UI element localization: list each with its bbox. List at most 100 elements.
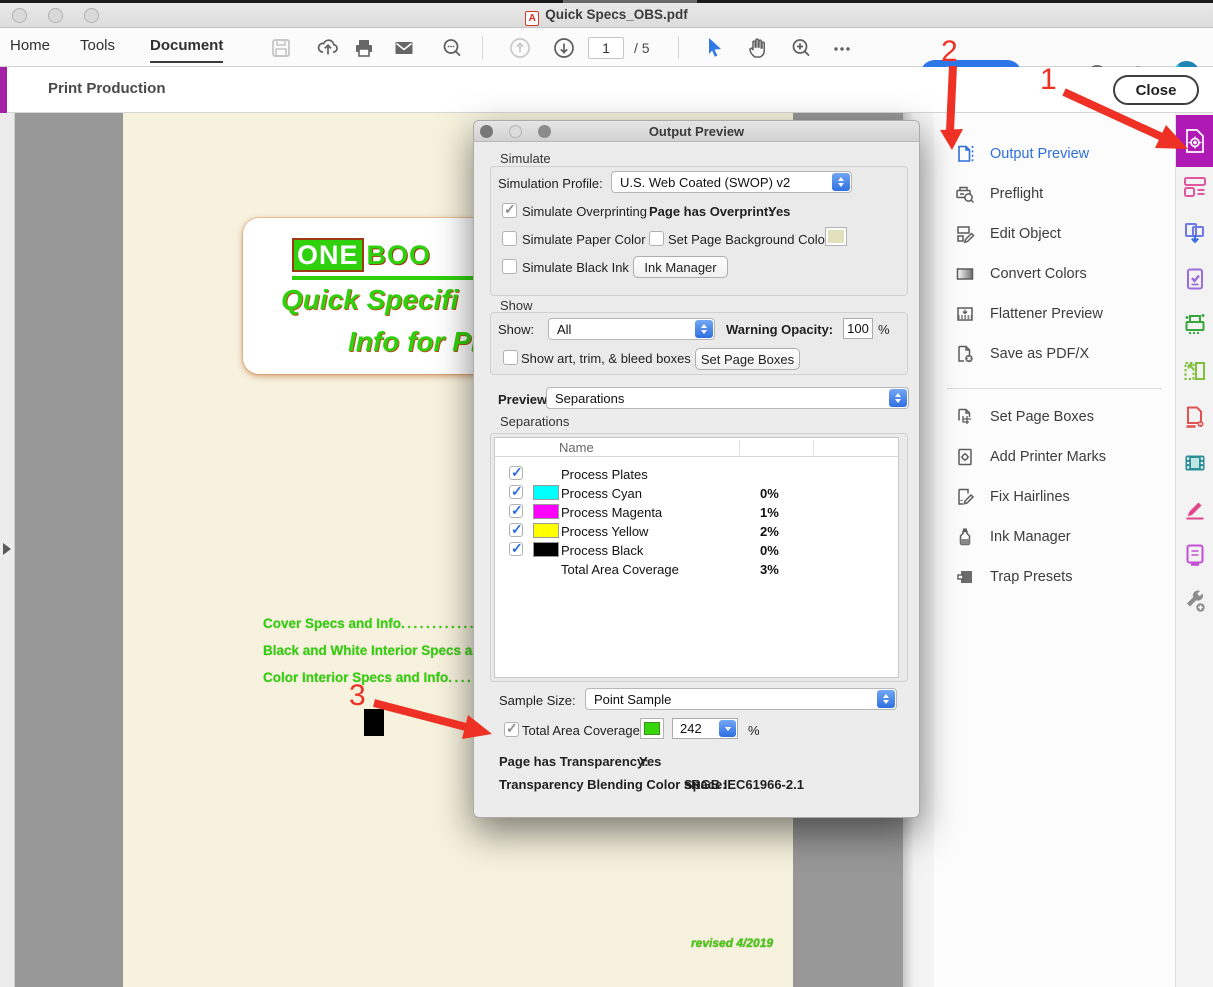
separation-row-process-black[interactable]: Process Black 0% bbox=[495, 540, 898, 559]
close-toolset-button[interactable]: Close bbox=[1113, 75, 1199, 105]
zoom-in-icon[interactable] bbox=[789, 36, 813, 60]
set-page-boxes-icon bbox=[955, 407, 975, 427]
simulate-paper-color-checkbox[interactable] bbox=[502, 231, 517, 246]
blending-color-space-value: sRGB IEC61966-2.1 bbox=[684, 777, 804, 792]
pdf-spec-line3: Color Interior Specs and Info........ bbox=[263, 670, 498, 685]
search-icon[interactable] bbox=[440, 36, 464, 60]
simulate-black-ink-checkbox[interactable] bbox=[502, 259, 517, 274]
plate-checkbox[interactable] bbox=[509, 523, 523, 537]
black-swatch bbox=[533, 542, 559, 557]
next-page-icon[interactable] bbox=[552, 36, 576, 60]
optimize-pdf-tool-icon[interactable] bbox=[1183, 359, 1207, 383]
panel-item-set-page-boxes[interactable]: Set Page Boxes bbox=[934, 397, 1175, 437]
window-title: AQuick Specs_OBS.pdf bbox=[0, 7, 1213, 26]
send-and-track-tool-icon[interactable] bbox=[1183, 221, 1207, 245]
preview-select[interactable]: Separations bbox=[546, 387, 909, 409]
separation-row-process-plates[interactable]: Process Plates bbox=[495, 464, 898, 483]
save-icon[interactable] bbox=[269, 36, 293, 60]
comment-tool-icon[interactable] bbox=[1183, 543, 1207, 567]
panel-item-ink-manager[interactable]: Ink Manager bbox=[934, 517, 1175, 557]
page-has-overprint-label: Page has Overprint: bbox=[649, 204, 773, 219]
simulate-overprinting-label: Simulate Overprinting bbox=[522, 204, 647, 219]
hand-tool-icon[interactable] bbox=[746, 36, 770, 60]
fix-hairlines-icon bbox=[955, 487, 975, 507]
name-column-header: Name bbox=[559, 440, 594, 455]
pdf-title-line2: Info for Pr bbox=[348, 326, 482, 358]
protect-tool-icon[interactable] bbox=[1183, 405, 1207, 429]
separation-row-process-magenta[interactable]: Process Magenta 1% bbox=[495, 502, 898, 521]
total-area-coverage-label: Total Area Coverage bbox=[522, 723, 640, 738]
trap-presets-icon bbox=[955, 567, 975, 587]
panel-item-save-as-pdfx[interactable]: Save as PDF/X bbox=[934, 334, 1175, 374]
print-icon[interactable] bbox=[352, 36, 376, 60]
edit-object-icon bbox=[955, 224, 975, 244]
select-tool-icon[interactable] bbox=[702, 36, 726, 60]
logo-one-block: ONE bbox=[292, 238, 364, 272]
page-background-color-swatch[interactable] bbox=[825, 227, 847, 246]
pdf-spec-line1: Cover Specs and Info................. bbox=[263, 616, 507, 631]
tac-value-combo[interactable]: 242 bbox=[672, 718, 738, 739]
expand-left-panel-icon[interactable] bbox=[3, 543, 11, 555]
dialog-titlebar[interactable]: Output Preview bbox=[474, 121, 919, 142]
select-stepper-icon bbox=[877, 690, 895, 708]
separation-row-process-yellow[interactable]: Process Yellow 2% bbox=[495, 521, 898, 540]
sample-size-select[interactable]: Point Sample bbox=[585, 688, 897, 710]
plate-checkbox[interactable] bbox=[509, 504, 523, 518]
warning-opacity-label: Warning Opacity: bbox=[726, 322, 833, 337]
onebook-logo: ONE BOO bbox=[292, 238, 431, 272]
ink-manager-icon bbox=[955, 527, 975, 547]
separation-row-process-cyan[interactable]: Process Cyan 0% bbox=[495, 483, 898, 502]
page-has-transparency-label: Page has Transparency: bbox=[499, 754, 649, 769]
separations-header: Name bbox=[495, 438, 898, 457]
panel-item-preflight[interactable]: Preflight bbox=[934, 174, 1175, 214]
yellow-swatch bbox=[533, 523, 559, 538]
panel-item-edit-object[interactable]: Edit Object bbox=[934, 214, 1175, 254]
simulation-profile-select[interactable]: U.S. Web Coated (SWOP) v2 bbox=[611, 171, 852, 193]
left-panel-rail[interactable] bbox=[0, 113, 15, 987]
page-number-input[interactable]: 1 bbox=[588, 37, 624, 59]
output-preview-icon bbox=[955, 144, 975, 164]
warning-opacity-unit: % bbox=[878, 322, 890, 337]
separations-section-label: Separations bbox=[500, 414, 569, 429]
panel-item-fix-hairlines[interactable]: Fix Hairlines bbox=[934, 477, 1175, 517]
plate-checkbox[interactable] bbox=[509, 542, 523, 556]
window-titlebar: AQuick Specs_OBS.pdf bbox=[0, 3, 1213, 28]
plate-checkbox[interactable] bbox=[509, 485, 523, 499]
rich-media-tool-icon[interactable] bbox=[1183, 451, 1207, 475]
email-icon[interactable] bbox=[392, 36, 416, 60]
panel-item-add-printer-marks[interactable]: Add Printer Marks bbox=[934, 437, 1175, 477]
panel-item-convert-colors[interactable]: Convert Colors bbox=[934, 254, 1175, 294]
separation-row-total-area-coverage: Total Area Coverage 3% bbox=[495, 559, 898, 578]
active-tool-strip-marker bbox=[0, 67, 7, 113]
action-wizard-tool-icon[interactable] bbox=[1183, 267, 1207, 291]
previous-page-icon[interactable] bbox=[508, 36, 532, 60]
fill-and-sign-tool-icon[interactable] bbox=[1183, 497, 1207, 521]
set-page-background-color-checkbox[interactable] bbox=[649, 231, 664, 246]
pdf-title-line1: Quick Specifi bbox=[281, 284, 458, 316]
panel-item-output-preview[interactable]: Output Preview bbox=[934, 134, 1175, 174]
upload-cloud-icon[interactable] bbox=[316, 36, 340, 60]
simulate-overprinting-checkbox[interactable] bbox=[502, 203, 517, 218]
show-select[interactable]: All bbox=[548, 318, 715, 340]
add-tools-icon[interactable] bbox=[1183, 589, 1207, 613]
set-page-boxes-button[interactable]: Set Page Boxes bbox=[695, 348, 800, 370]
tac-color-swatch[interactable] bbox=[640, 718, 664, 739]
enhance-scans-tool-icon[interactable] bbox=[1183, 313, 1207, 337]
panel-item-flattener-preview[interactable]: Flattener Preview bbox=[934, 294, 1175, 334]
warning-opacity-input[interactable]: 100 bbox=[843, 318, 873, 339]
tab-document[interactable]: Document bbox=[150, 37, 223, 63]
organize-pages-tool-icon[interactable] bbox=[1183, 175, 1207, 199]
total-area-coverage-checkbox[interactable] bbox=[504, 722, 519, 737]
show-art-trim-bleed-checkbox[interactable] bbox=[503, 350, 518, 365]
page-has-overprint-value: Yes bbox=[768, 204, 790, 219]
print-production-icon bbox=[1184, 128, 1206, 154]
plate-checkbox[interactable] bbox=[509, 466, 523, 480]
tab-home[interactable]: Home bbox=[10, 37, 50, 54]
flattener-preview-icon bbox=[955, 304, 975, 324]
output-preview-dialog: Output Preview Simulate Simulation Profi… bbox=[473, 120, 920, 818]
more-tools-icon[interactable] bbox=[830, 36, 854, 60]
ink-manager-button[interactable]: Ink Manager bbox=[633, 256, 728, 278]
tab-tools[interactable]: Tools bbox=[80, 37, 115, 54]
panel-item-trap-presets[interactable]: Trap Presets bbox=[934, 557, 1175, 597]
print-production-tool-active[interactable] bbox=[1176, 115, 1213, 167]
